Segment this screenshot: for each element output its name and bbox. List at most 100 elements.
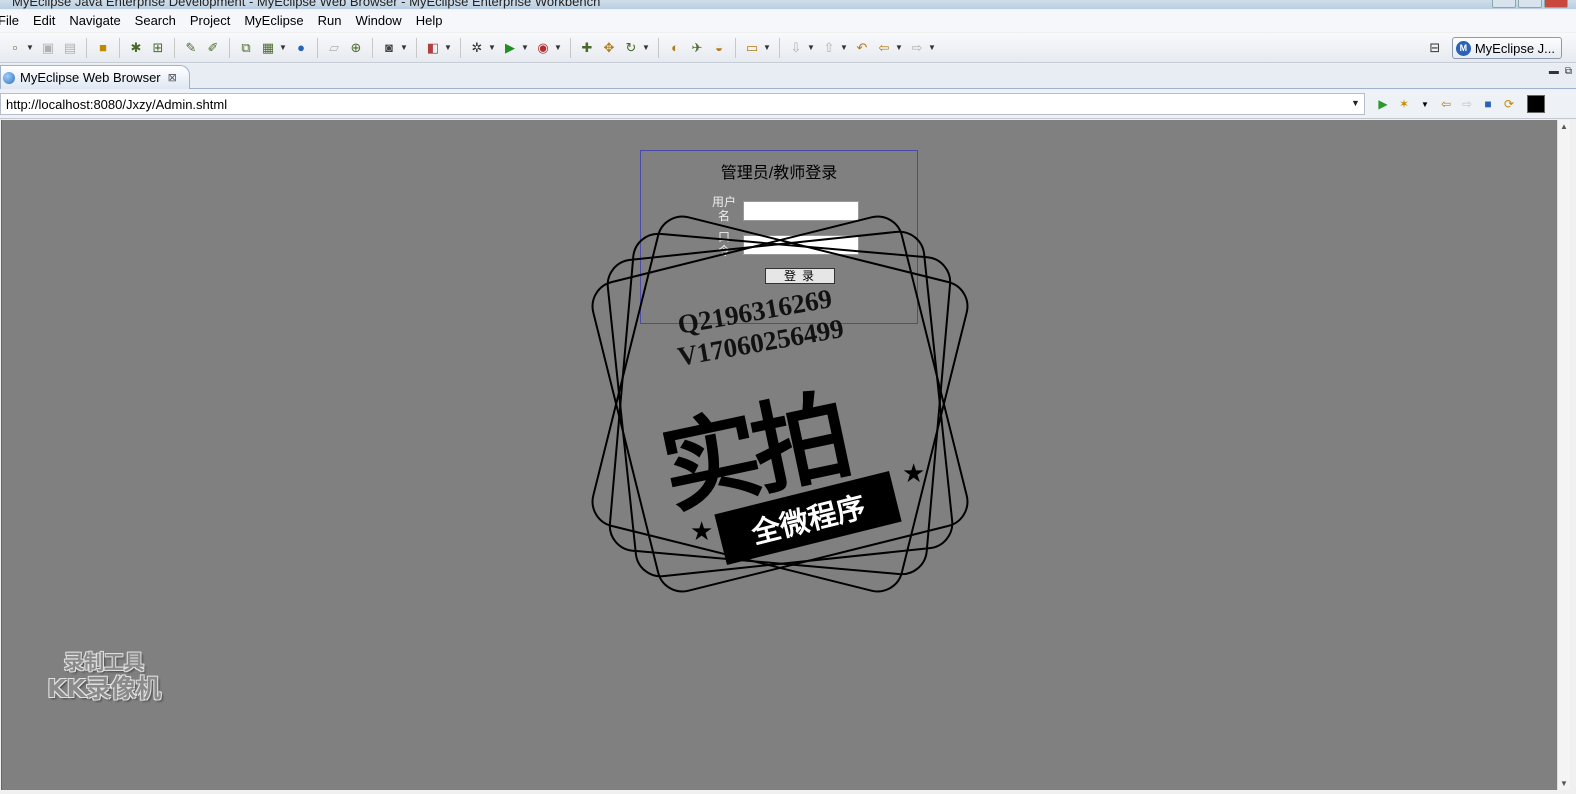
- toolbar-separator: [570, 37, 571, 58]
- bug-icon[interactable]: ✲: [468, 39, 486, 57]
- open-task-icon[interactable]: ◐: [666, 39, 684, 57]
- url-input[interactable]: [0, 93, 1365, 115]
- back-nav-icon[interactable]: ⇦: [1437, 95, 1455, 113]
- new-package-icon[interactable]: ✥: [600, 39, 618, 57]
- menu-file[interactable]: File: [0, 10, 26, 32]
- window-controls: [1492, 0, 1568, 8]
- favorites-dropdown-icon[interactable]: ▼: [1416, 95, 1434, 113]
- undeploy-icon[interactable]: ✐: [204, 39, 222, 57]
- menu-window[interactable]: Window: [348, 10, 408, 32]
- prev-annotation-dropdown-icon[interactable]: ▼: [840, 43, 848, 52]
- folder-dropdown-icon[interactable]: ▼: [763, 43, 771, 52]
- view-controls: ▬ ⧉: [1549, 66, 1572, 77]
- forward-icon[interactable]: ⇨: [908, 39, 926, 57]
- close-window-button[interactable]: [1544, 0, 1568, 8]
- username-input[interactable]: [743, 201, 859, 221]
- debug-icon[interactable]: ✱: [127, 39, 145, 57]
- menu-search[interactable]: Search: [128, 10, 183, 32]
- menu-myeclipse[interactable]: MyEclipse: [237, 10, 310, 32]
- star-icon: ★: [690, 516, 714, 546]
- menu-project[interactable]: Project: [183, 10, 237, 32]
- minimize-button[interactable]: [1492, 0, 1516, 8]
- open-folder-icon[interactable]: ▱: [325, 39, 343, 57]
- last-edit-icon[interactable]: ↶: [853, 39, 871, 57]
- myeclipse-logo-icon: M: [1455, 40, 1471, 56]
- toolbar-separator: [174, 37, 175, 58]
- open-perspective-icon[interactable]: ⊟: [1426, 39, 1444, 57]
- color-swatch[interactable]: [1527, 95, 1545, 113]
- new-project-icon[interactable]: ✚: [578, 39, 596, 57]
- open-type-icon[interactable]: ⧉: [237, 39, 255, 57]
- new-class-icon[interactable]: ▦: [259, 39, 277, 57]
- camera-dropdown-icon[interactable]: ▼: [400, 43, 408, 52]
- menu-navigate[interactable]: Navigate: [62, 10, 127, 32]
- stamp-big-text: 实拍: [652, 378, 856, 529]
- print-icon[interactable]: ▤: [61, 39, 79, 57]
- toolbar-separator: [229, 37, 230, 58]
- perspective-label: MyEclipse J...: [1474, 40, 1555, 56]
- toolbar-separator: [735, 37, 736, 58]
- toolbar-separator: [317, 37, 318, 58]
- password-input[interactable]: [743, 235, 859, 255]
- camera-icon[interactable]: ◙: [380, 39, 398, 57]
- save-icon[interactable]: ▣: [39, 39, 57, 57]
- recorder-watermark-line2: KK录像机: [47, 674, 161, 703]
- forward-nav-icon[interactable]: ⇨: [1458, 95, 1476, 113]
- wizard-dropdown-icon[interactable]: ▼: [444, 43, 452, 52]
- window-titlebar: MyEclipse Java Enterprise Development - …: [0, 0, 1576, 9]
- toolbar-separator: [372, 37, 373, 58]
- login-button[interactable]: 登录: [765, 268, 835, 284]
- stop-icon[interactable]: ■: [1479, 95, 1497, 113]
- new-class-dropdown-icon[interactable]: ▼: [279, 43, 287, 52]
- server-icon[interactable]: ⊞: [149, 39, 167, 57]
- toolbar-separator: [779, 37, 780, 58]
- scroll-down-icon[interactable]: ▼: [1560, 779, 1568, 788]
- password-label: 口 令: [709, 230, 739, 258]
- password-label-line1: 口: [717, 230, 730, 244]
- stamp-ribbon: 全微程序: [714, 470, 902, 566]
- go-icon[interactable]: ▶: [1374, 95, 1392, 113]
- window-title: MyEclipse Java Enterprise Development - …: [12, 0, 601, 9]
- favorites-icon[interactable]: ✶: [1395, 95, 1413, 113]
- close-tab-icon[interactable]: ⊠: [168, 71, 177, 84]
- external-tools-dropdown-icon[interactable]: ▼: [554, 43, 562, 52]
- next-annotation-icon[interactable]: ⇩: [787, 39, 805, 57]
- prev-annotation-icon[interactable]: ⇧: [820, 39, 838, 57]
- menu-edit[interactable]: Edit: [26, 10, 62, 32]
- menu-run[interactable]: Run: [311, 10, 349, 32]
- password-label-line2: 令: [717, 244, 730, 258]
- forward-dropdown-icon[interactable]: ▼: [928, 43, 936, 52]
- add-icon[interactable]: ⊕: [347, 39, 365, 57]
- perspective-button[interactable]: M MyEclipse J...: [1451, 37, 1562, 59]
- run-dropdown-icon[interactable]: ▼: [521, 43, 529, 52]
- pack-icon[interactable]: ◒: [710, 39, 728, 57]
- back-dropdown-icon[interactable]: ▼: [895, 43, 903, 52]
- deploy-icon[interactable]: ✎: [182, 39, 200, 57]
- package-icon[interactable]: ■: [94, 39, 112, 57]
- vertical-scrollbar[interactable]: ▲ ▼: [1557, 120, 1570, 790]
- minimize-view-icon[interactable]: ▬: [1549, 66, 1559, 77]
- maximize-button[interactable]: [1518, 0, 1542, 8]
- refresh-icon[interactable]: ↻: [622, 39, 640, 57]
- url-history-dropdown-icon[interactable]: ▼: [1351, 98, 1360, 108]
- wizard-icon[interactable]: ◧: [424, 39, 442, 57]
- scroll-up-icon[interactable]: ▲: [1560, 122, 1568, 131]
- run-icon[interactable]: ▶: [501, 39, 519, 57]
- new-icon[interactable]: ▫: [6, 39, 24, 57]
- username-label-line1: 用户: [711, 195, 736, 209]
- next-annotation-dropdown-icon[interactable]: ▼: [807, 43, 815, 52]
- refresh-dropdown-icon[interactable]: ▼: [642, 43, 650, 52]
- external-tools-icon[interactable]: ◉: [534, 39, 552, 57]
- refresh-nav-icon[interactable]: ⟳: [1500, 95, 1518, 113]
- editor-tab-row: MyEclipse Web Browser ⊠ ▬ ⧉: [0, 64, 1576, 89]
- browser-icon[interactable]: ●: [292, 39, 310, 57]
- menu-help[interactable]: Help: [409, 10, 450, 32]
- toolbar-separator: [86, 37, 87, 58]
- back-icon[interactable]: ⇦: [875, 39, 893, 57]
- tab-web-browser[interactable]: MyEclipse Web Browser ⊠: [0, 65, 190, 89]
- folder-icon[interactable]: ▭: [743, 39, 761, 57]
- maximize-view-icon[interactable]: ⧉: [1565, 66, 1572, 77]
- new-dropdown-icon[interactable]: ▼: [26, 43, 34, 52]
- debug-dropdown-icon[interactable]: ▼: [488, 43, 496, 52]
- link-icon[interactable]: ✈: [688, 39, 706, 57]
